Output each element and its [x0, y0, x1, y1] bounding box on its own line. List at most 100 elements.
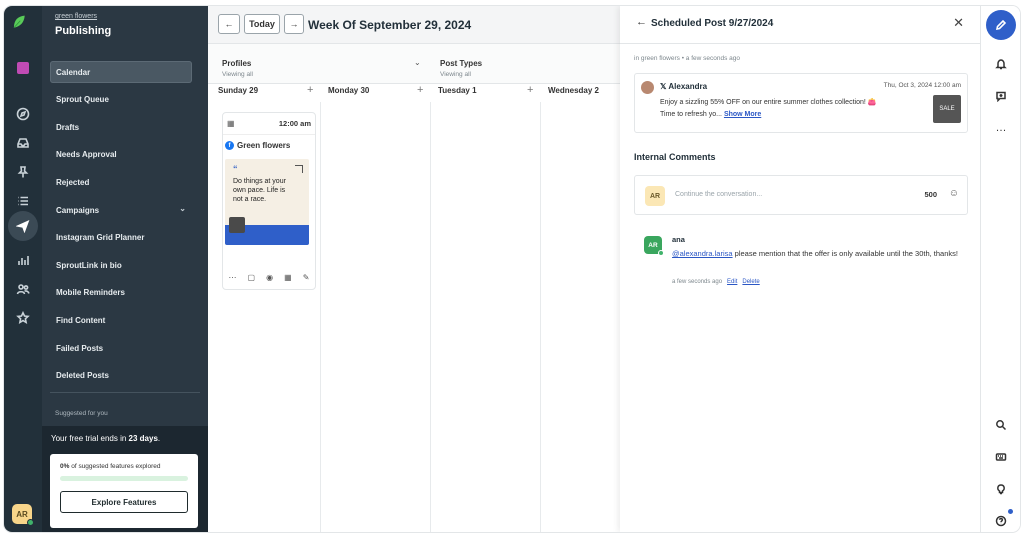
sidebar-item-label: Campaigns [56, 205, 100, 215]
post-types-filter-label[interactable]: Post Types [440, 59, 482, 68]
quote-mark: “ [233, 164, 238, 174]
facebook-icon: f [225, 141, 234, 150]
media-stack-icon [229, 217, 245, 233]
add-post-icon[interactable]: + [417, 84, 423, 96]
edit-comment-link[interactable]: Edit [727, 279, 737, 285]
add-post-icon[interactable]: + [527, 84, 533, 96]
comment-icon[interactable]: ▢ [248, 273, 256, 282]
add-post-icon[interactable]: + [307, 84, 313, 96]
arrow-left-icon: ← [224, 19, 234, 29]
star-badge-icon[interactable] [11, 306, 35, 330]
comment-item: AR ana @alexandra.larisa please mention … [634, 232, 968, 292]
profiles-filter-value: Viewing all [222, 71, 253, 78]
post-quote-text: Do things at your own pace. Life is not … [233, 178, 286, 203]
inbox-icon[interactable] [11, 131, 35, 155]
post-image[interactable]: “ Do things at your own pace. Life is no… [225, 159, 309, 245]
sidebar-item-calendar[interactable]: Calendar [50, 61, 192, 83]
features-progress-caption: of suggested features explored [69, 463, 161, 470]
more-icon[interactable]: ⋯ [229, 273, 237, 282]
sidebar-item-instagram-grid-planner[interactable]: Instagram Grid Planner [50, 227, 192, 249]
scheduled-post-card[interactable]: ▦ 12:00 am f Green flowers “ Do things a… [222, 112, 316, 290]
today-button[interactable]: Today [244, 14, 280, 34]
org-link[interactable]: green flowers [55, 13, 97, 20]
comment-input[interactable]: Continue the conversation... [675, 191, 762, 198]
author-name: Alexandra [668, 82, 708, 91]
bar-chart-icon[interactable] [11, 248, 35, 272]
post-date: Thu, Oct 3, 2024 12:00 am [883, 82, 961, 89]
sidebar-item-label: Instagram Grid Planner [56, 233, 145, 243]
day-header-wednesday: Wednesday 2 [548, 86, 599, 95]
post-thumbnail[interactable]: SALE [933, 95, 961, 123]
compass-icon[interactable] [11, 102, 35, 126]
mention-link[interactable]: @alexandra.larisa [672, 249, 733, 258]
notification-dot [1008, 509, 1013, 514]
lightbulb-icon[interactable] [991, 479, 1011, 499]
sidebar-item-failed-posts[interactable]: Failed Posts [50, 337, 192, 359]
sprout-leaf-logo[interactable] [12, 15, 26, 29]
author-avatar [641, 81, 654, 94]
day-header-sunday: Sunday 29 [218, 86, 259, 95]
more-icon[interactable]: … [991, 118, 1011, 138]
sidebar-item-needs-approval[interactable]: Needs Approval [50, 144, 192, 166]
eye-icon[interactable]: ◉ [266, 273, 273, 282]
keyboard-icon[interactable] [991, 447, 1011, 467]
trial-days: 23 days [128, 434, 158, 443]
arrow-left-icon[interactable]: ← [636, 16, 647, 28]
bell-icon[interactable] [991, 54, 1011, 74]
features-progress-percent: 0% [60, 463, 70, 470]
prev-week-button[interactable]: ← [218, 14, 240, 34]
comment-author: ana [672, 235, 685, 244]
arrow-right-icon: → [289, 19, 299, 29]
help-icon[interactable] [991, 511, 1011, 531]
post-author: 𝕏 Alexandra [660, 82, 707, 91]
pin-icon[interactable] [11, 160, 35, 184]
online-status-dot [27, 519, 34, 526]
sidebar-item-rejected[interactable]: Rejected [50, 171, 192, 193]
features-card: 0% of suggested features explored Explor… [50, 454, 198, 528]
comment-composer[interactable]: AR Continue the conversation... 500 ☺ [634, 175, 968, 215]
next-week-button[interactable]: → [284, 14, 304, 34]
comment-footer: a few seconds ago Edit Delete [672, 279, 760, 285]
sidebar-item-label: SproutLink in bio [56, 260, 122, 270]
composer-avatar: AR [645, 186, 665, 206]
explore-features-button[interactable]: Explore Features [60, 491, 188, 513]
chevron-down-icon[interactable]: ⌄ [414, 58, 421, 67]
panel-header: ← Scheduled Post 9/27/2024 ✕ [620, 6, 980, 44]
compose-icon[interactable] [986, 10, 1016, 40]
suggested-label: Suggested for you [55, 410, 108, 417]
send-icon[interactable] [8, 211, 38, 241]
publishing-icon[interactable] [10, 55, 36, 81]
chat-plus-icon[interactable] [991, 86, 1011, 106]
sidebar-item-drafts[interactable]: Drafts [50, 116, 192, 138]
day-divider [430, 102, 431, 532]
calendar-icon: ▦ [227, 119, 235, 128]
profiles-filter-label[interactable]: Profiles [222, 59, 251, 68]
day-header-tuesday: Tuesday 1 [438, 86, 477, 95]
sidebar-item-sproutlink-in-bio[interactable]: SproutLink in bio [50, 254, 192, 276]
post-profile-name: Green flowers [237, 141, 291, 150]
people-icon[interactable] [11, 277, 35, 301]
sidebar-item-deleted-posts[interactable]: Deleted Posts [50, 365, 192, 387]
calendar-area: ← Today → Week Of September 29, 2024 Pro… [208, 6, 620, 532]
chevron-down-icon[interactable]: ⌄ [179, 204, 186, 213]
features-progress-bar [60, 476, 188, 481]
pencil-icon[interactable]: ✎ [303, 273, 310, 282]
post-text-line-2: Time to refresh yo... [660, 111, 722, 118]
user-avatar[interactable]: AR [12, 504, 34, 526]
sidebar-item-sprout-queue[interactable]: Sprout Queue [50, 89, 192, 111]
emoji-icon[interactable]: ☺ [949, 188, 959, 199]
trial-suffix: . [157, 434, 161, 443]
sidebar-item-mobile-reminders[interactable]: Mobile Reminders [50, 282, 192, 304]
sidebar-item-label: Sprout Queue [56, 95, 109, 105]
list-icon[interactable] [11, 189, 35, 213]
sidebar-item-find-content[interactable]: Find Content [50, 309, 192, 331]
left-rail: AR [4, 6, 42, 532]
search-icon[interactable] [991, 415, 1011, 435]
calendar-icon[interactable]: ▦ [284, 273, 292, 282]
show-more-link[interactable]: Show More [724, 111, 761, 118]
week-title: Week Of September 29, 2024 [308, 18, 472, 32]
sidebar-item-campaigns[interactable]: Campaigns ⌄ [50, 199, 192, 221]
delete-comment-link[interactable]: Delete [742, 279, 759, 285]
close-icon[interactable]: ✕ [953, 15, 964, 31]
internal-comments-title: Internal Comments [634, 152, 716, 162]
